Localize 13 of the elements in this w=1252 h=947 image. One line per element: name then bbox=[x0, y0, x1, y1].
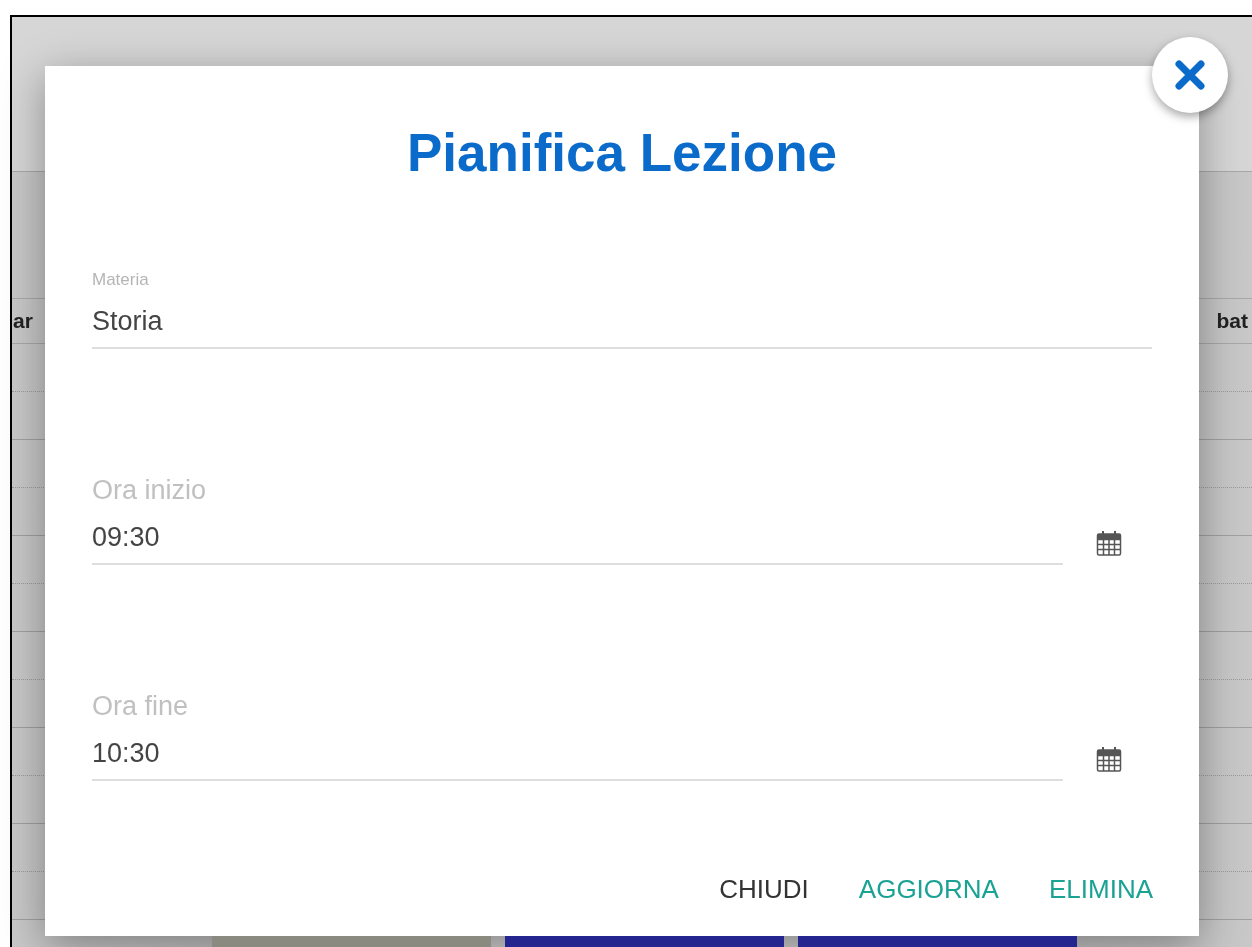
dialog-title: Pianifica Lezione bbox=[407, 122, 837, 184]
day-header: bat bbox=[1216, 308, 1248, 335]
field-label: Materia bbox=[92, 270, 150, 290]
close-dialog-button[interactable]: CHIUDI bbox=[719, 873, 809, 905]
calendar-icon bbox=[1096, 745, 1122, 773]
close-icon bbox=[1174, 59, 1206, 91]
calendar-icon bbox=[1096, 529, 1122, 557]
time-field[interactable]: 10:30 bbox=[92, 734, 1063, 781]
field-label: Ora fine bbox=[92, 690, 190, 722]
time-field[interactable]: 09:30 bbox=[92, 518, 1063, 565]
text-field[interactable]: Storia bbox=[92, 302, 1152, 349]
day-header: ar bbox=[13, 308, 33, 335]
field-label: Ora inizio bbox=[92, 474, 208, 506]
